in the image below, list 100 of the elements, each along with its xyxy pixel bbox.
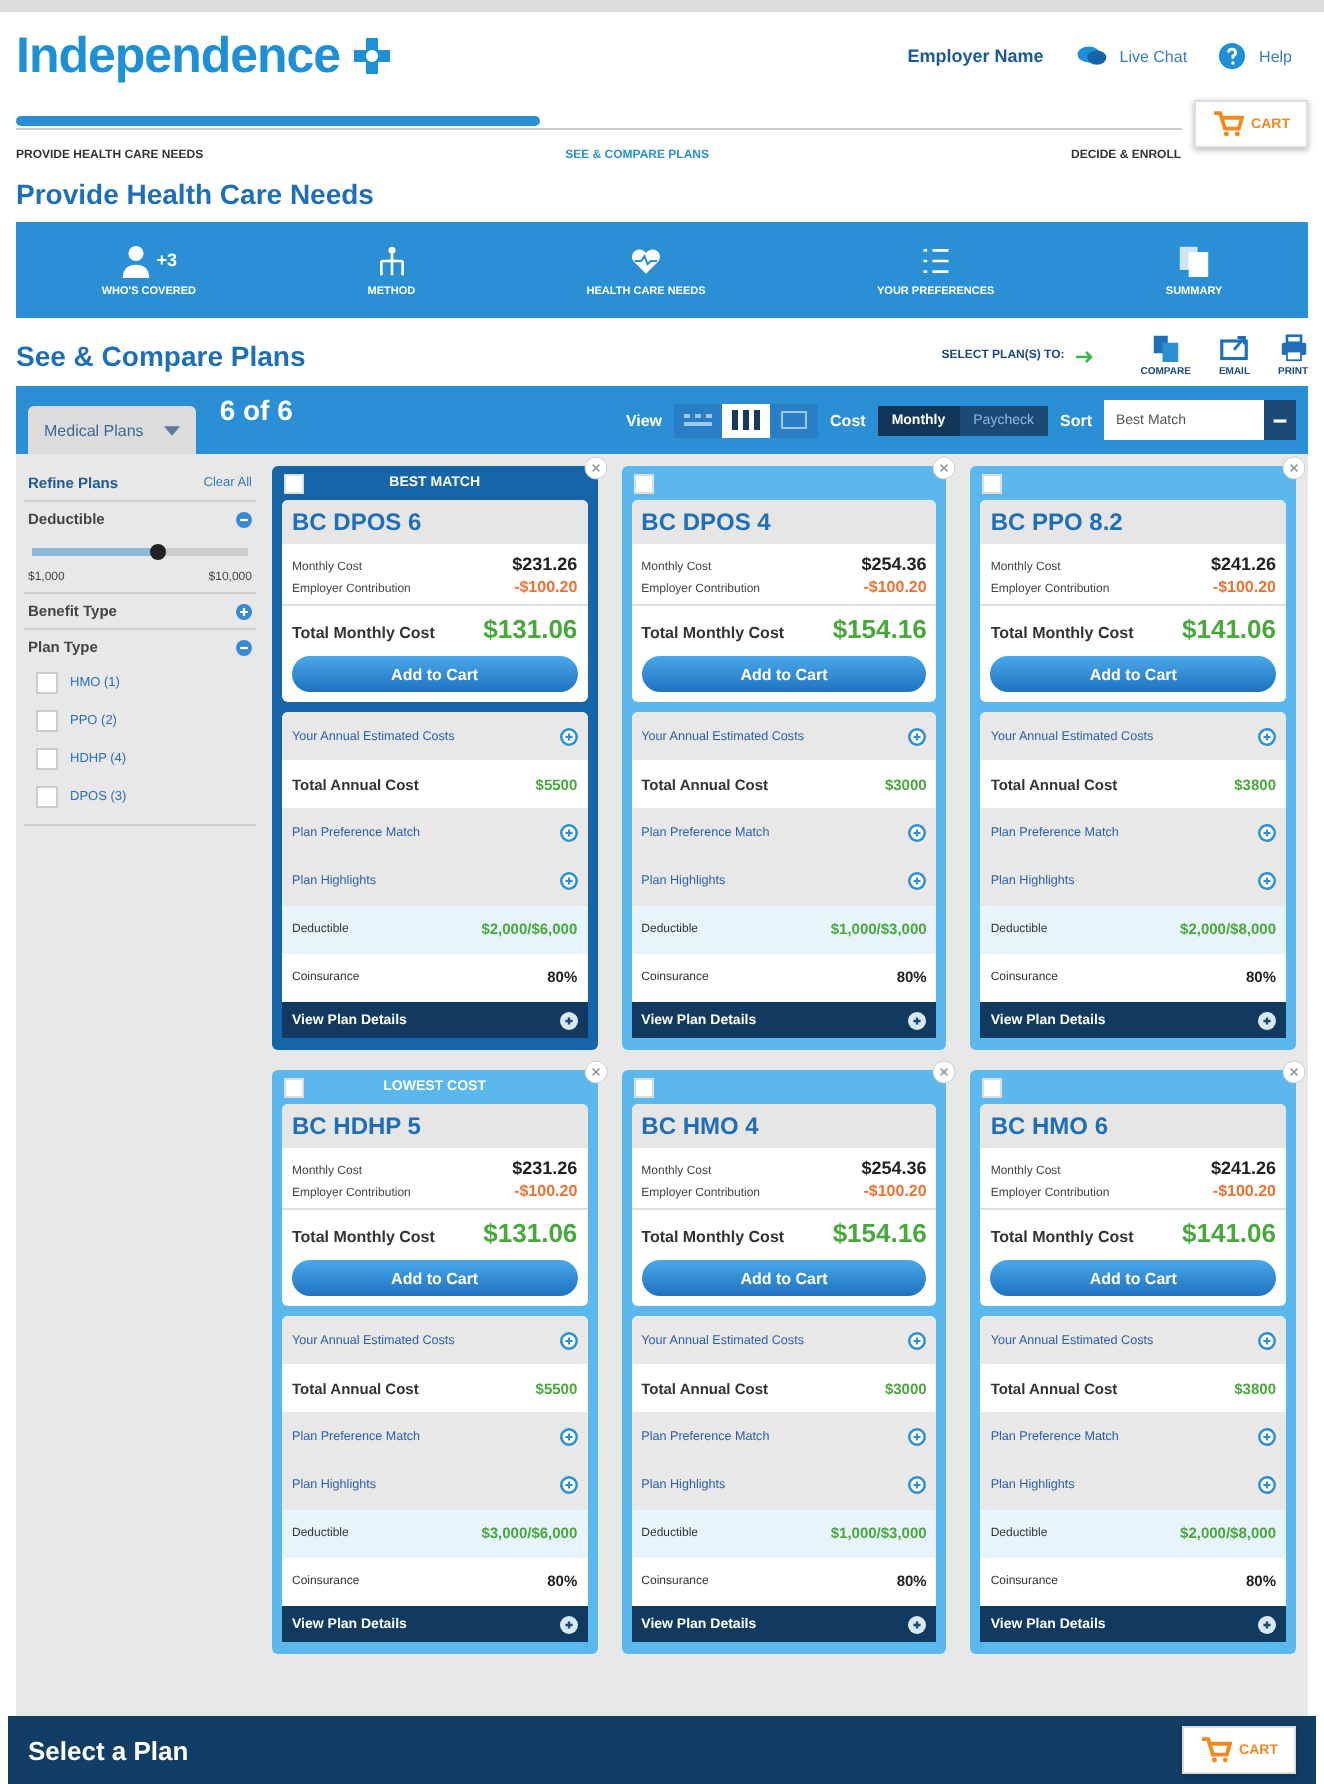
email-icon[interactable] [1220,334,1249,362]
cart-icon [1211,110,1244,138]
section-title: See & Compare Plans [16,340,306,372]
plus-icon[interactable] [1258,823,1276,842]
columns-icon [728,408,765,432]
cost-value: $241.26 [1210,554,1276,574]
plus-icon[interactable] [908,823,927,842]
checkbox[interactable] [982,474,1003,494]
plus-icon[interactable] [908,1476,927,1495]
total-label: Total Monthly Cost [990,624,1134,642]
cost-value: $254.36 [861,1158,927,1178]
total-label: Total Monthly Cost [990,1228,1134,1246]
plus-icon[interactable] [559,1331,578,1350]
total-value: $154.16 [832,1218,927,1248]
hierarchy-icon[interactable] [375,243,408,277]
plus-icon[interactable] [559,823,578,842]
plus-icon[interactable] [559,1476,578,1495]
plus-icon[interactable] [908,727,927,746]
checkbox[interactable] [633,1078,654,1098]
collapse-icon[interactable] [236,511,252,527]
plans-tab[interactable]: Medical Plans [28,406,196,454]
contribution-value: -$100.20 [863,1182,927,1200]
collapse-icon[interactable] [236,639,252,655]
help-link[interactable]: Help [1259,47,1292,65]
heart-icon[interactable] [630,243,663,277]
checkbox[interactable] [36,786,58,808]
plus-icon [1258,1615,1276,1633]
contribution-value: -$100.20 [863,578,927,596]
plus-icon [1258,1011,1276,1029]
contribution-value: -$100.20 [1212,1182,1276,1200]
columns-view-button[interactable] [722,403,771,437]
add-to-cart-button[interactable]: Add to Cart [641,656,927,692]
close-icon[interactable] [1282,1060,1306,1084]
cost-value: $231.26 [512,1158,578,1178]
view-label: View [625,411,663,429]
plus-icon[interactable] [1258,1476,1276,1495]
add-to-cart-button[interactable]: Add to Cart [990,656,1276,692]
checkbox[interactable] [284,1078,304,1098]
add-to-cart-button[interactable]: Add to Cart [292,1260,578,1296]
plus-icon[interactable] [1258,1427,1276,1446]
documents-icon[interactable] [1178,243,1211,277]
total-label: Total Monthly Cost [641,624,785,642]
add-to-cart-button[interactable]: Add to Cart [990,1260,1276,1296]
checkbox[interactable] [982,1078,1003,1098]
plus-icon [908,1011,927,1029]
expand-icon[interactable] [236,603,252,619]
chat-icon[interactable] [1075,42,1108,70]
plan-name: BC HMO 4 [631,1104,937,1148]
checkbox[interactable] [36,748,58,770]
total-label: Total Monthly Cost [292,624,435,642]
sort-label: Sort [1060,411,1092,429]
deductible-slider[interactable] [32,548,248,556]
total-label: Total Monthly Cost [641,1228,785,1246]
close-icon[interactable] [583,456,608,480]
cost-value: $231.26 [512,554,578,574]
cost-value: $241.26 [1210,1158,1276,1178]
cost-value: $254.36 [861,554,927,574]
person-icon[interactable] [120,243,153,277]
plus-icon[interactable] [1258,727,1276,746]
total-value: $141.06 [1182,1218,1276,1248]
plus-icon[interactable] [908,1427,927,1446]
add-to-cart-button[interactable]: Add to Cart [641,1260,927,1296]
plus-icon[interactable] [559,1427,578,1446]
total-label: Total Monthly Cost [292,1228,435,1246]
arrow-icon [1076,349,1097,363]
close-icon[interactable] [1282,456,1306,480]
plan-name: BC DPOS 4 [631,500,937,544]
cost-label: Cost [830,411,866,429]
checkbox[interactable] [284,474,304,494]
contribution-value: -$100.20 [514,1182,578,1200]
plus-icon [559,1011,578,1029]
cart-icon [1199,1736,1232,1764]
total-value: $131.06 [483,614,578,644]
plan-name: BC HDHP 5 [282,1104,588,1148]
contribution-value: -$100.20 [1212,578,1276,596]
footer-title: Select a Plan [28,1735,189,1765]
checkbox[interactable] [36,672,58,694]
plus-icon[interactable] [1258,872,1276,891]
copy-icon[interactable] [1151,334,1180,362]
plus-icon[interactable] [908,1331,927,1350]
plan-name: BC DPOS 6 [282,500,588,544]
print-icon[interactable] [1279,334,1307,362]
plan-name: BC HMO 6 [980,1104,1286,1148]
employer-name: Employer Name [907,46,1044,66]
live-chat-link[interactable]: Live Chat [1119,47,1188,65]
grid-view-icon [776,408,813,432]
help-icon[interactable] [1215,42,1248,70]
add-to-cart-button[interactable]: Add to Cart [292,656,578,692]
plus-icon[interactable] [1258,1331,1276,1350]
list-view-icon [680,408,717,432]
plus-icon[interactable] [559,727,578,746]
plus-icon[interactable] [559,872,578,891]
contribution-value: -$100.20 [514,578,578,596]
list-icon[interactable] [919,243,952,277]
section-title: Provide Health Care Needs [14,176,376,214]
total-value: $141.06 [1182,614,1276,644]
cross-logo-icon [352,36,393,76]
checkbox[interactable] [633,474,654,494]
plus-icon[interactable] [908,872,927,891]
checkbox[interactable] [36,710,58,732]
